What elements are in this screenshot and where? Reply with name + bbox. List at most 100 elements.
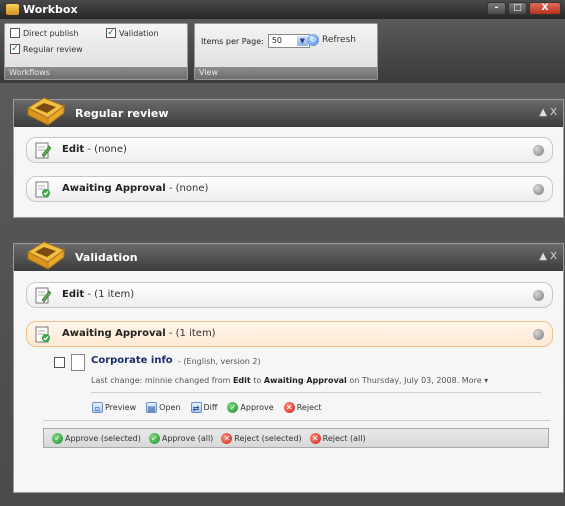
expand-toggle-icon[interactable] (533, 145, 544, 156)
panel-title: Validation (75, 251, 138, 264)
preview-icon: ▫ (92, 402, 103, 413)
awaiting-approval-label: Awaiting Approval - (none) (62, 183, 208, 194)
panel-controls[interactable]: ▲ X (539, 251, 557, 262)
inbox-tray-icon (26, 97, 66, 126)
refresh-icon: ↻ (307, 34, 319, 46)
validation-checkbox[interactable]: ✓ (106, 28, 116, 38)
awaiting-approval-label: Awaiting Approval - (1 item) (62, 328, 216, 339)
regular-review-checkbox[interactable]: ✓ (10, 44, 20, 54)
bulk-actions-bar: ✓ Approve (selected) ✓ Approve (all) ✕ Reje… (43, 428, 549, 448)
regular-review-option[interactable]: ✓ Regular review (10, 44, 83, 54)
item-actions: ▫ Preview ▤ Open ⇄ Diff ✓ Approve ✕ Reject (92, 402, 322, 413)
approval-doc-icon (35, 181, 50, 198)
ribbon: Direct publish ✓ Validation ✓ Regular re… (0, 19, 565, 83)
to-word: to (253, 376, 262, 385)
direct-publish-label: Direct publish (23, 28, 79, 38)
divider (43, 420, 550, 421)
state-name: Edit (62, 144, 85, 155)
approve-icon: ✓ (227, 402, 239, 413)
divider (91, 392, 541, 393)
item-checkbox[interactable] (54, 357, 65, 368)
reject-label: Reject (296, 403, 322, 412)
approval-doc-icon (35, 326, 50, 343)
inbox-tray-icon (26, 241, 66, 270)
edit-row[interactable]: Edit - (none) (26, 137, 553, 163)
approve-selected-button[interactable]: ✓ Approve (selected) (52, 432, 141, 444)
item-language-version: - (English, version 2) (178, 357, 261, 366)
open-icon: ▤ (146, 402, 158, 413)
approve-icon: ✓ (148, 432, 160, 444)
approve-all-label: Approve (all) (161, 433, 214, 443)
state-name: Edit (62, 289, 85, 300)
open-action[interactable]: ▤ Open (146, 402, 181, 413)
last-change-prefix: Last change: (91, 376, 143, 385)
approve-selected-label: Approve (selected) (65, 433, 141, 443)
panel-header: Regular review ▲ X (14, 97, 563, 127)
reject-all-button[interactable]: ✕ Reject (all) (309, 432, 366, 444)
regular-review-label: Regular review (23, 44, 83, 54)
window-titlebar: Workbox - □ X (0, 0, 565, 19)
more-link[interactable]: More ▾ (462, 376, 488, 385)
view-group: Items per Page: 50 ▼ ↻ Refresh View (194, 23, 378, 80)
panel-header: Validation ▲ X (14, 241, 563, 271)
open-label: Open (159, 403, 181, 412)
diff-action[interactable]: ⇄ Diff (190, 402, 218, 413)
validation-panel: Validation ▲ X Edit - (1 item) Awaiting … (13, 241, 564, 493)
to-state: Awaiting Approval (263, 376, 347, 385)
edit-doc-icon (35, 287, 51, 304)
preview-action[interactable]: ▫ Preview (92, 402, 136, 413)
reject-selected-button[interactable]: ✕ Reject (selected) (221, 432, 302, 444)
change-date: on Thursday, July 03, 2008. (349, 376, 460, 385)
reject-all-label: Reject (all) (322, 433, 366, 443)
awaiting-approval-row[interactable]: Awaiting Approval - (none) (26, 176, 553, 202)
items-per-page-value: 50 (271, 36, 283, 45)
state-count: - (none) (87, 144, 127, 155)
edit-row-label: Edit - (none) (62, 144, 127, 155)
expand-toggle-icon[interactable] (533, 290, 544, 301)
awaiting-approval-row[interactable]: Awaiting Approval - (1 item) (26, 321, 553, 347)
edit-row[interactable]: Edit - (1 item) (26, 282, 553, 308)
workbox-content: Regular review ▲ X Edit - (none) Awaitin… (0, 83, 565, 506)
state-count: - (1 item) (87, 289, 135, 300)
items-per-page: Items per Page: 50 ▼ (201, 34, 310, 48)
items-per-page-select[interactable]: 50 ▼ (267, 34, 310, 48)
approve-icon: ✓ (52, 432, 63, 444)
approve-all-button[interactable]: ✓ Approve (all) (148, 432, 214, 444)
expand-toggle-icon[interactable] (533, 184, 544, 195)
items-per-page-label: Items per Page: (201, 36, 264, 46)
workbox-app-icon (6, 4, 19, 15)
item-title-link[interactable]: Corporate info (91, 355, 173, 366)
last-change-user: minnie changed from (144, 376, 231, 385)
close-button[interactable]: X (529, 2, 561, 15)
reject-icon: ✕ (283, 402, 295, 413)
minimize-button[interactable]: - (487, 2, 506, 15)
refresh-label: Refresh (322, 35, 356, 45)
state-name: Awaiting Approval (62, 183, 166, 194)
window-controls: - □ X (487, 2, 561, 15)
direct-publish-option[interactable]: Direct publish (10, 28, 78, 38)
refresh-button[interactable]: ↻ Refresh (307, 34, 356, 46)
state-count: - (1 item) (168, 328, 216, 339)
diff-label: Diff (203, 403, 218, 412)
reject-action[interactable]: ✕ Reject (283, 402, 322, 413)
reject-selected-label: Reject (selected) (234, 433, 302, 443)
from-state: Edit (232, 376, 251, 385)
collapse-toggle-icon[interactable] (533, 329, 544, 340)
panel-title: Regular review (75, 107, 169, 120)
workflows-group: Direct publish ✓ Validation ✓ Regular re… (4, 23, 188, 80)
workflows-group-label: Workflows (5, 67, 187, 79)
reject-icon: ✕ (309, 432, 321, 444)
validation-label: Validation (119, 28, 159, 38)
view-group-label: View (195, 67, 377, 79)
preview-label: Preview (105, 403, 137, 412)
direct-publish-checkbox[interactable] (10, 28, 20, 38)
edit-row-label: Edit - (1 item) (62, 289, 134, 300)
panel-controls[interactable]: ▲ X (539, 107, 557, 118)
validation-option[interactable]: ✓ Validation (106, 28, 159, 38)
regular-review-panel: Regular review ▲ X Edit - (none) Awaitin… (13, 97, 564, 218)
maximize-button[interactable]: □ (508, 2, 527, 15)
approve-action[interactable]: ✓ Approve (227, 402, 274, 413)
approve-label: Approve (240, 403, 274, 412)
last-change-line: Last change: minnie changed from Edit to… (91, 376, 488, 385)
state-name: Awaiting Approval (62, 328, 166, 339)
